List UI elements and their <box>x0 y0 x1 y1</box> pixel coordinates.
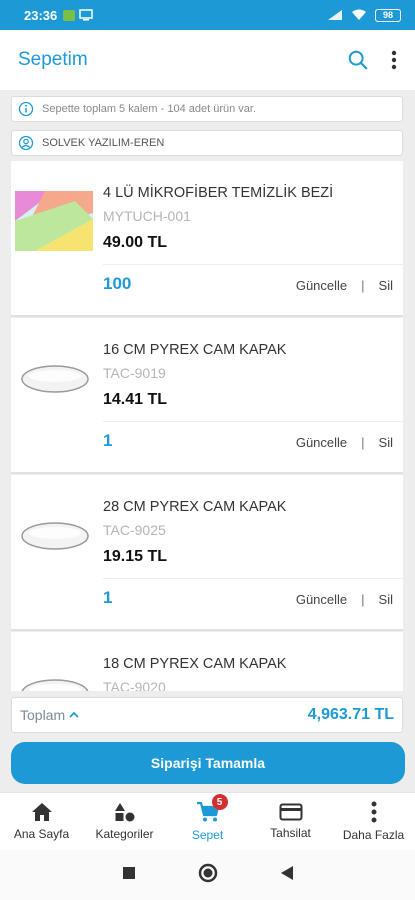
action-separator: | <box>361 278 365 293</box>
item-code: TAC-9019 <box>103 365 166 381</box>
nav-label: Ana Sayfa <box>13 827 70 841</box>
item-name: 16 CM PYREX CAM KAPAK <box>103 342 287 358</box>
categories-icon <box>114 803 134 822</box>
signal-icon <box>328 10 342 20</box>
delete-button[interactable]: Sil <box>379 278 393 293</box>
item-quantity[interactable]: 100 <box>103 274 131 294</box>
cart-items-list[interactable]: 4 LÜ MİKROFİBER TEMİZLİK BEZİ MYTUCH-001… <box>11 161 403 691</box>
status-notification-icons <box>63 9 93 21</box>
status-bar: 23:36 98 <box>0 0 415 30</box>
complete-order-button[interactable]: Siparişi Tamamla <box>11 742 405 784</box>
item-name: 18 CM PYREX CAM KAPAK <box>103 656 287 672</box>
action-separator: | <box>361 435 365 450</box>
square-icon <box>122 866 135 879</box>
nav-label: Tahsilat <box>270 826 311 840</box>
recent-apps-button[interactable] <box>122 866 136 885</box>
item-divider <box>103 421 403 422</box>
product-image-glass-lid <box>21 679 89 691</box>
total-bar[interactable]: Toplam 4,963.71 TL <box>11 697 403 733</box>
cart-item[interactable]: 16 CM PYREX CAM KAPAK TAC-9019 14.41 TL … <box>11 318 403 474</box>
cart-item[interactable]: 4 LÜ MİKROFİBER TEMİZLİK BEZİ MYTUCH-001… <box>11 161 403 317</box>
page-title: Sepetim <box>18 49 88 70</box>
action-separator: | <box>361 592 365 607</box>
item-code: TAC-9025 <box>103 522 166 538</box>
total-amount: 4,963.71 TL <box>307 706 394 723</box>
nav-item-collections[interactable]: Tahsilat <box>249 793 332 850</box>
item-quantity[interactable]: 1 <box>103 588 112 608</box>
delete-button[interactable]: Sil <box>379 592 393 607</box>
cart-item[interactable]: 28 CM PYREX CAM KAPAK TAC-9025 19.15 TL … <box>11 475 403 631</box>
app-notification-icon <box>63 9 76 21</box>
item-name: 28 CM PYREX CAM KAPAK <box>103 499 287 515</box>
chevron-up-icon <box>69 711 79 718</box>
item-quantity[interactable]: 1 <box>103 431 112 451</box>
delete-button[interactable]: Sil <box>379 435 393 450</box>
cart-summary-row: Sepette toplam 5 kalem - 104 adet ürün v… <box>11 96 403 122</box>
home-system-button[interactable] <box>198 863 218 888</box>
search-button[interactable] <box>347 49 369 71</box>
nav-label: Kategoriler <box>95 827 154 841</box>
monitor-icon <box>79 9 93 21</box>
item-price: 49.00 TL <box>103 234 168 251</box>
customer-row[interactable]: SOLVEK YAZILIM-EREN <box>11 130 403 156</box>
card-icon <box>279 803 302 821</box>
cart-count-badge: 5 <box>211 794 228 810</box>
item-code: TAC-9020 <box>103 679 166 691</box>
product-image-glass-lid <box>21 522 89 550</box>
item-price: 14.41 TL <box>103 391 168 408</box>
product-image-microfiber <box>15 191 93 251</box>
more-vert-icon <box>371 801 376 823</box>
item-name: 4 LÜ MİKROFİBER TEMİZLİK BEZİ <box>103 185 334 201</box>
cart-summary-text: Sepette toplam 5 kalem - 104 adet ürün v… <box>42 103 257 115</box>
info-icon <box>18 101 34 117</box>
wifi-icon <box>352 9 366 20</box>
item-divider <box>103 578 403 579</box>
search-icon <box>348 50 368 70</box>
cart-item[interactable]: 18 CM PYREX CAM KAPAK TAC-9020 <box>11 632 403 691</box>
nav-item-cart[interactable]: 5 Sepet <box>166 793 249 850</box>
back-triangle-icon <box>280 865 293 880</box>
nav-item-home[interactable]: Ana Sayfa <box>0 793 83 850</box>
customer-name: SOLVEK YAZILIM-EREN <box>42 137 165 149</box>
nav-item-categories[interactable]: Kategoriler <box>83 793 166 850</box>
status-time: 23:36 <box>24 7 58 23</box>
bottom-navigation: Ana Sayfa Kategoriler 5 Sepet Tahsilat D… <box>0 792 415 850</box>
nav-label: Sepet <box>191 828 224 842</box>
update-button[interactable]: Güncelle <box>296 435 347 450</box>
total-toggle[interactable]: Toplam <box>20 707 79 723</box>
nav-label: Daha Fazla <box>342 828 405 842</box>
home-icon <box>31 803 52 821</box>
item-divider <box>103 264 403 265</box>
product-image-glass-lid <box>21 365 89 393</box>
more-vert-icon <box>391 50 397 70</box>
total-label: Toplam <box>20 707 66 723</box>
user-icon <box>18 135 34 151</box>
battery-indicator: 98 <box>375 8 401 22</box>
system-navigation-bar <box>0 850 415 900</box>
overflow-menu-button[interactable] <box>391 50 397 70</box>
app-bar: Sepetim <box>0 30 415 90</box>
item-code: MYTUCH-001 <box>103 208 191 224</box>
update-button[interactable]: Güncelle <box>296 278 347 293</box>
update-button[interactable]: Güncelle <box>296 592 347 607</box>
circle-icon <box>198 863 217 882</box>
nav-item-more[interactable]: Daha Fazla <box>332 793 415 850</box>
item-price: 19.15 TL <box>103 548 168 565</box>
back-system-button[interactable] <box>280 865 294 886</box>
